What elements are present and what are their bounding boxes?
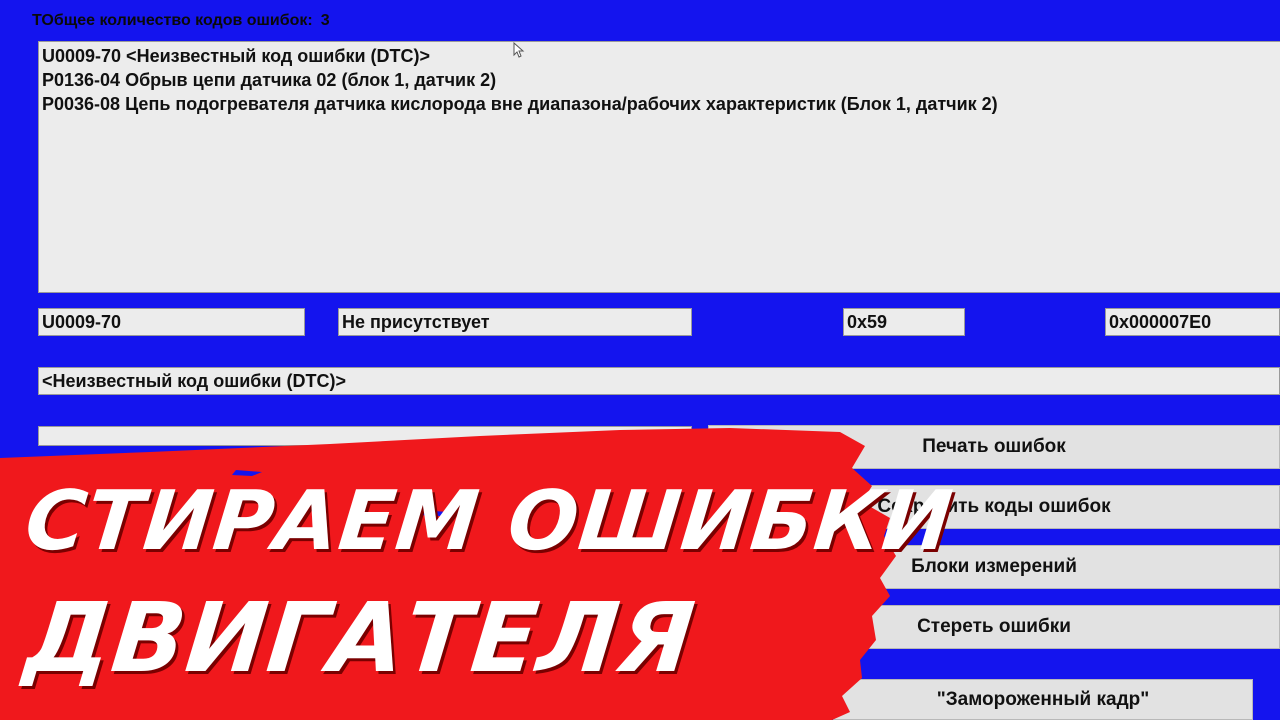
erase-errors-button[interactable]: Стереть ошибки	[708, 605, 1280, 649]
total-codes-count: 3	[320, 12, 330, 29]
dtc-list-item[interactable]: U0009-70 <Неизвестный код ошибки (DTC)>	[42, 44, 1280, 68]
print-errors-button[interactable]: Печать ошибок	[708, 425, 1280, 469]
dtc-description-field: <Неизвестный код ошибки (DTC)>	[38, 367, 1280, 395]
measurement-blocks-button[interactable]: Блоки измерений	[708, 545, 1280, 589]
dtc-hex-field: 0x59	[843, 308, 965, 336]
total-codes-label: ТОбщее количество кодов ошибок:	[32, 12, 313, 29]
dtc-address-field: 0x000007E0	[1105, 308, 1280, 336]
dtc-list-item[interactable]: P0036-08 Цепь подогревателя датчика кисл…	[42, 92, 1280, 116]
banner-line-2: ДВИГАТЕЛЯ	[20, 582, 701, 694]
freeze-frame-button[interactable]: "Замороженный кадр"	[833, 679, 1253, 720]
dtc-code-field: U0009-70	[38, 308, 305, 336]
dtc-list[interactable]: U0009-70 <Неизвестный код ошибки (DTC)> …	[38, 41, 1280, 293]
total-codes-header: ТОбщее количество кодов ошибок: 3	[32, 12, 330, 30]
dtc-list-item[interactable]: P0136-04 Обрыв цепи датчика 02 (блок 1, …	[42, 68, 1280, 92]
secondary-field	[38, 426, 692, 446]
mouse-pointer-icon	[513, 42, 525, 58]
save-codes-button[interactable]: Сохранить коды ошибок	[708, 485, 1280, 529]
dtc-status-field: Не присутствует	[338, 308, 692, 336]
